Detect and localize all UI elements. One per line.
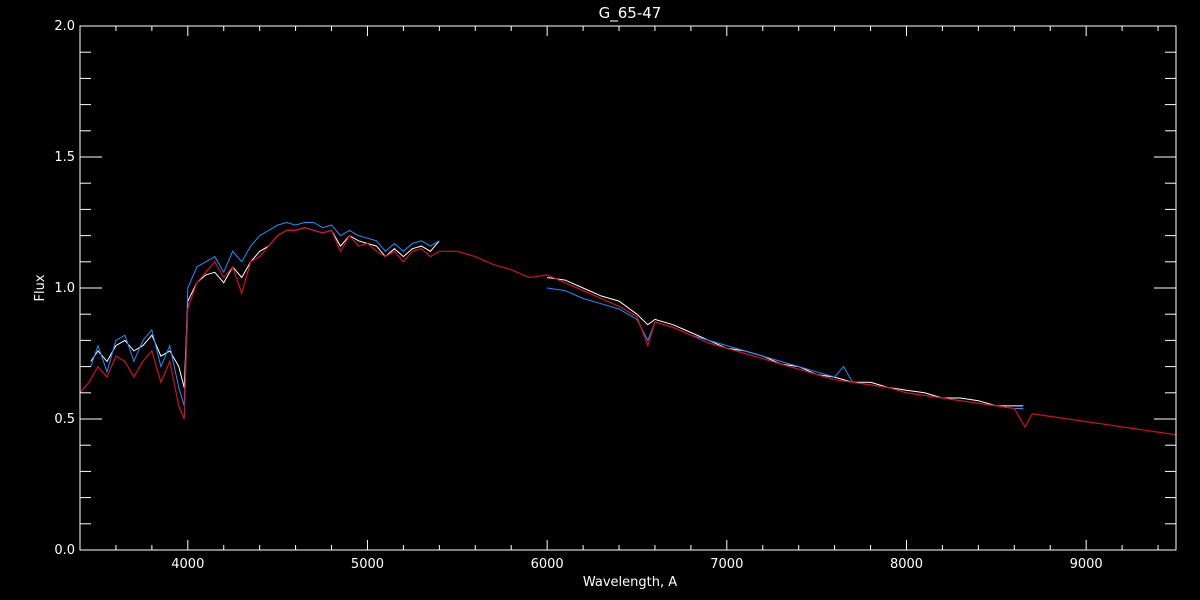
y-tick-label: 1.5	[54, 150, 75, 165]
plot-frame	[79, 25, 1177, 551]
x-tick-label: 4000	[171, 557, 204, 572]
spectrum-chart: G_65-47 4000 5000 6000 7000 8000 9000 0.0 0.5 1.…	[33, 4, 1177, 590]
y-axis-label: Flux	[33, 274, 48, 301]
series-2-segment-0	[79, 227, 1177, 436]
y-tick-label: 0.0	[54, 543, 75, 558]
y-tick-label: 0.5	[54, 412, 75, 427]
x-tick-label: 6000	[531, 557, 564, 572]
x-axis-label: Wavelength, A	[583, 575, 677, 590]
y-tick-label: 2.0	[54, 19, 75, 34]
series-0-segment-1	[547, 277, 1024, 407]
x-tick-label: 9000	[1070, 557, 1103, 572]
y-tick-label: 1.0	[54, 281, 75, 296]
series-0-segment-0	[90, 227, 440, 388]
plot-lines	[79, 221, 1177, 551]
x-tick-label: 7000	[710, 557, 743, 572]
chart-title: G_65-47	[599, 4, 662, 23]
x-tick-label: 8000	[890, 557, 923, 572]
axes	[79, 25, 1177, 551]
ticks: 4000 5000 6000 7000 8000 9000 0.0 0.5 1.0 1.5 2.0	[54, 19, 1176, 572]
x-tick-label: 5000	[351, 557, 384, 572]
